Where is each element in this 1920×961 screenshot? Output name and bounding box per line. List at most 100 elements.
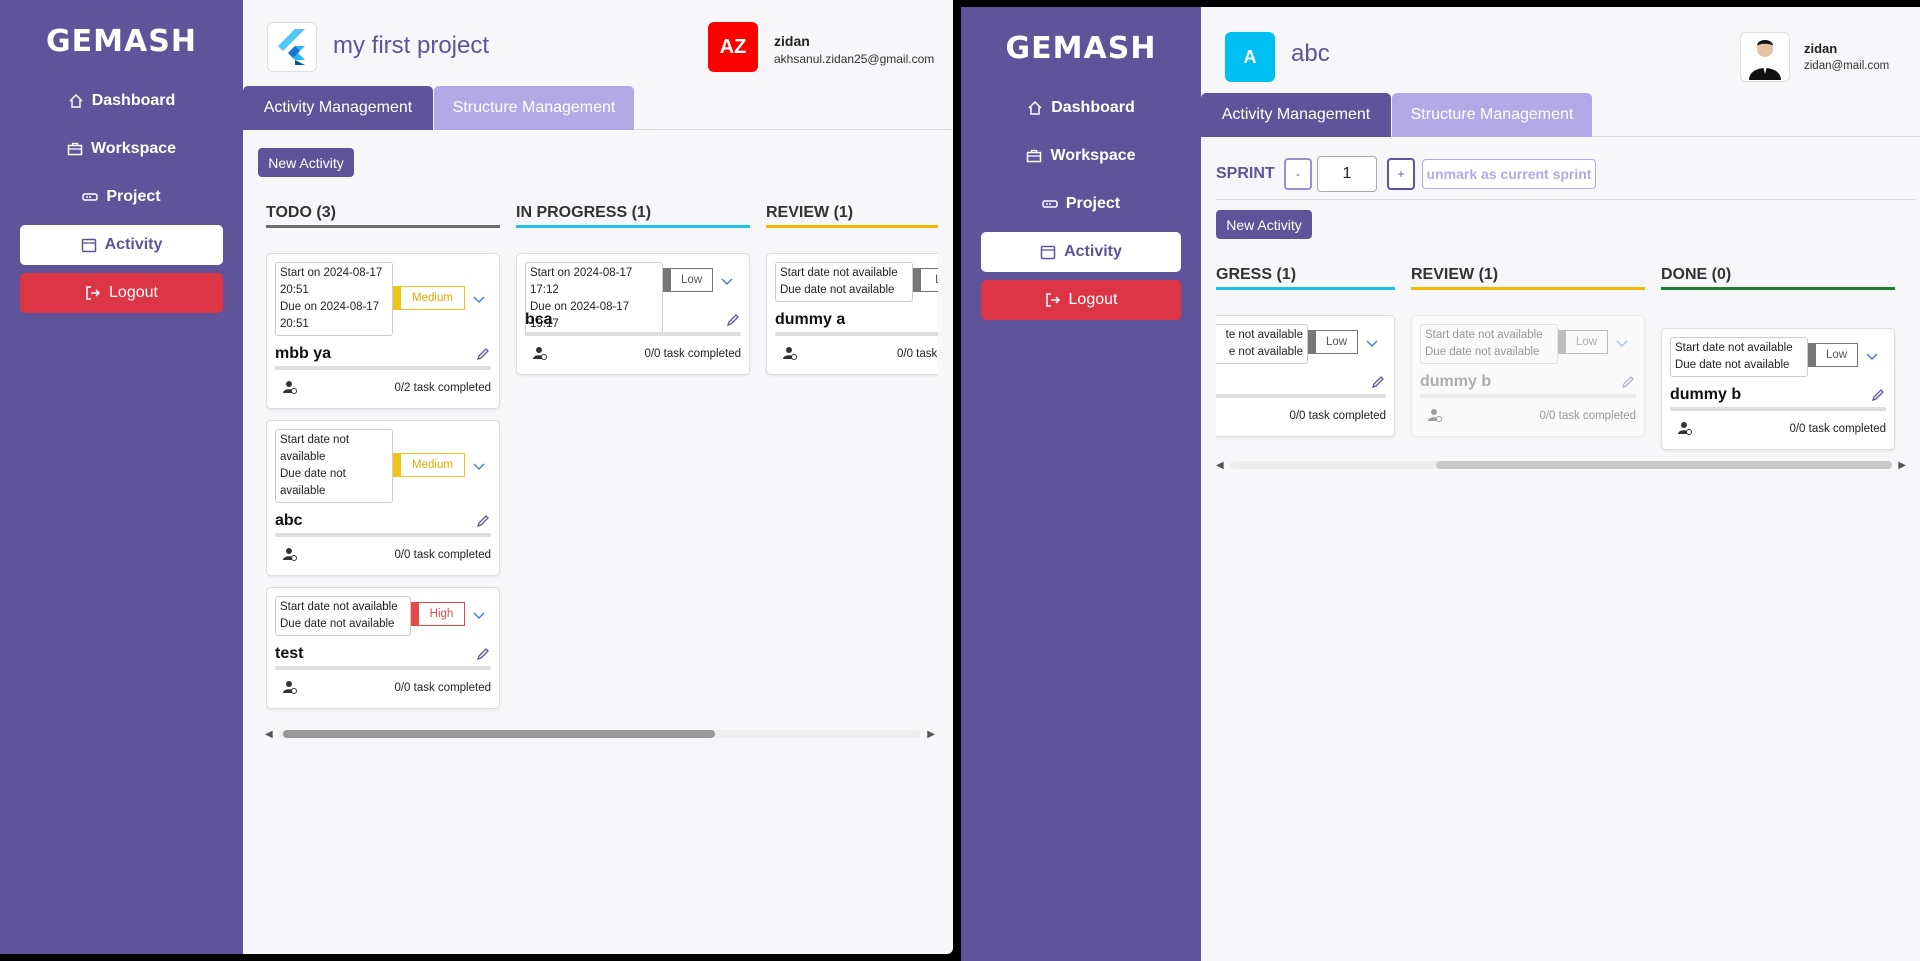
card-title: bca	[525, 311, 553, 328]
home-icon	[68, 93, 84, 109]
edit-icon[interactable]	[1620, 374, 1636, 390]
unmark-sprint-button[interactable]: unmark as current sprint	[1422, 159, 1596, 189]
scroll-right-icon[interactable]: ▶	[927, 729, 935, 740]
sidebar-item-label: Workspace	[90, 140, 177, 157]
chevron-down-icon[interactable]	[471, 607, 487, 623]
edit-icon[interactable]	[475, 346, 491, 362]
activity-card[interactable]: Start date not available Due date not av…	[266, 587, 500, 709]
sprint-increment-button[interactable]: +	[1387, 158, 1415, 190]
chevron-down-icon[interactable]	[1364, 335, 1380, 351]
home-icon	[1027, 100, 1043, 116]
assign-user-icon[interactable]	[283, 680, 297, 694]
logout-icon	[1045, 292, 1061, 308]
due-date: Due date not available	[780, 284, 895, 296]
scroll-left-icon[interactable]: ◀	[265, 729, 273, 740]
horizontal-scrollbar[interactable]: ◀ ▶	[1216, 458, 1906, 472]
activity-card[interactable]: Start on 2024-08-17 20:51 Due on 2024-08…	[266, 253, 500, 409]
priority-badge: High	[411, 602, 465, 626]
project-icon	[82, 189, 99, 205]
sidebar-item-workspace[interactable]: Workspace	[20, 129, 223, 169]
activity-card[interactable]: Start date not available Due date not av…	[1411, 315, 1645, 437]
start-date: Start on 2024-08-17	[280, 267, 383, 279]
sidebar-item-project[interactable]: Project	[981, 184, 1181, 224]
activity-card[interactable]: Start on 2024-08-17 17:12 Due on 2024-08…	[516, 253, 750, 375]
project-title: my first project	[333, 32, 490, 59]
tab-bar: Activity Management Structure Management	[1201, 93, 1920, 137]
user-email: zidan@mail.com	[1804, 60, 1890, 72]
chevron-down-icon[interactable]	[471, 291, 487, 307]
sprint-number-input[interactable]	[1317, 156, 1377, 192]
start-date: Start date not available	[1425, 329, 1543, 341]
column-header: GRESS (1)	[1216, 260, 1395, 290]
card-title: test	[275, 645, 304, 662]
new-activity-button[interactable]: New Activity	[1216, 210, 1312, 239]
brand-logo: GEMASH	[1005, 31, 1157, 66]
assign-user-icon[interactable]	[283, 547, 297, 561]
assign-user-icon[interactable]	[783, 346, 797, 360]
assign-user-icon[interactable]	[533, 346, 547, 360]
divider	[1216, 199, 1916, 200]
activity-card[interactable]: Start date not available Due date not av…	[266, 420, 500, 576]
scroll-thumb[interactable]	[283, 730, 715, 738]
chevron-down-icon[interactable]	[1864, 348, 1880, 364]
sidebar-item-dashboard[interactable]: Dashboard	[20, 81, 223, 121]
logout-label: Logout	[1068, 291, 1118, 308]
date-range: Start date not available Due date not av…	[1420, 324, 1558, 364]
sidebar-item-label: Activity	[104, 236, 163, 253]
edit-icon[interactable]	[1370, 374, 1386, 390]
card-title: dummy b	[1670, 386, 1742, 403]
activity-card[interactable]: Start date not available Due date not av…	[766, 253, 938, 375]
sidebar-item-workspace[interactable]: Workspace	[981, 136, 1181, 176]
tab-structure-management[interactable]: Structure Management	[434, 86, 634, 130]
briefcase-icon	[67, 141, 83, 157]
scroll-left-icon[interactable]: ◀	[1216, 460, 1224, 471]
task-count: 0/2 task completed	[394, 382, 491, 394]
start-date: te not available	[1225, 329, 1303, 341]
avatar[interactable]	[1740, 32, 1790, 82]
sprint-label: SPRINT	[1216, 165, 1275, 182]
horizontal-scrollbar[interactable]: ◀ ▶	[265, 727, 935, 741]
edit-icon[interactable]	[1870, 387, 1886, 403]
card-title: dummy a	[775, 311, 846, 328]
sidebar-item-label: Dashboard	[91, 92, 176, 109]
tab-activity-management[interactable]: Activity Management	[243, 86, 433, 130]
progress-bar	[525, 332, 741, 336]
scroll-right-icon[interactable]: ▶	[1898, 460, 1906, 471]
assign-user-icon[interactable]	[283, 380, 297, 394]
chevron-down-icon[interactable]	[1614, 335, 1630, 351]
progress-bar	[275, 366, 491, 370]
column-header: REVIEW (1)	[766, 198, 938, 228]
sidebar-item-project[interactable]: Project	[20, 177, 223, 217]
scroll-thumb[interactable]	[1436, 461, 1892, 469]
new-activity-button[interactable]: New Activity	[258, 148, 354, 177]
edit-icon[interactable]	[725, 312, 741, 328]
sidebar-item-dashboard[interactable]: Dashboard	[981, 88, 1181, 128]
progress-bar	[775, 332, 938, 336]
sidebar-item-label: Project	[106, 188, 161, 205]
avatar[interactable]: AZ	[708, 22, 758, 72]
sidebar-item-activity[interactable]: Activity	[981, 232, 1181, 272]
chevron-down-icon[interactable]	[471, 458, 487, 474]
sidebar-item-activity[interactable]: Activity	[20, 225, 223, 265]
activity-card[interactable]: te not available e not available Low 0/0…	[1216, 315, 1395, 437]
edit-icon[interactable]	[475, 513, 491, 529]
sprint-decrement-button[interactable]: -	[1284, 158, 1312, 190]
tab-structure-management[interactable]: Structure Management	[1392, 93, 1592, 137]
priority-badge: Low	[663, 268, 713, 292]
column-todo: TODO (3)	[266, 198, 500, 228]
logout-icon	[85, 285, 101, 301]
calendar-icon	[81, 237, 97, 253]
edit-icon[interactable]	[475, 646, 491, 662]
activity-card[interactable]: Start date not available Due date not av…	[1661, 328, 1895, 450]
due-date: Due date not available	[1425, 346, 1540, 358]
project-title: abc	[1291, 40, 1330, 67]
progress-bar	[1420, 394, 1636, 398]
assign-user-icon[interactable]	[1678, 421, 1692, 435]
logout-button[interactable]: Logout	[981, 280, 1181, 320]
chevron-down-icon[interactable]	[719, 273, 735, 289]
user-photo-icon	[1749, 40, 1781, 80]
tab-activity-management[interactable]: Activity Management	[1201, 93, 1391, 137]
logout-button[interactable]: Logout	[20, 273, 223, 313]
assign-user-icon[interactable]	[1428, 408, 1442, 422]
sidebar-item-label: Workspace	[1050, 147, 1136, 164]
